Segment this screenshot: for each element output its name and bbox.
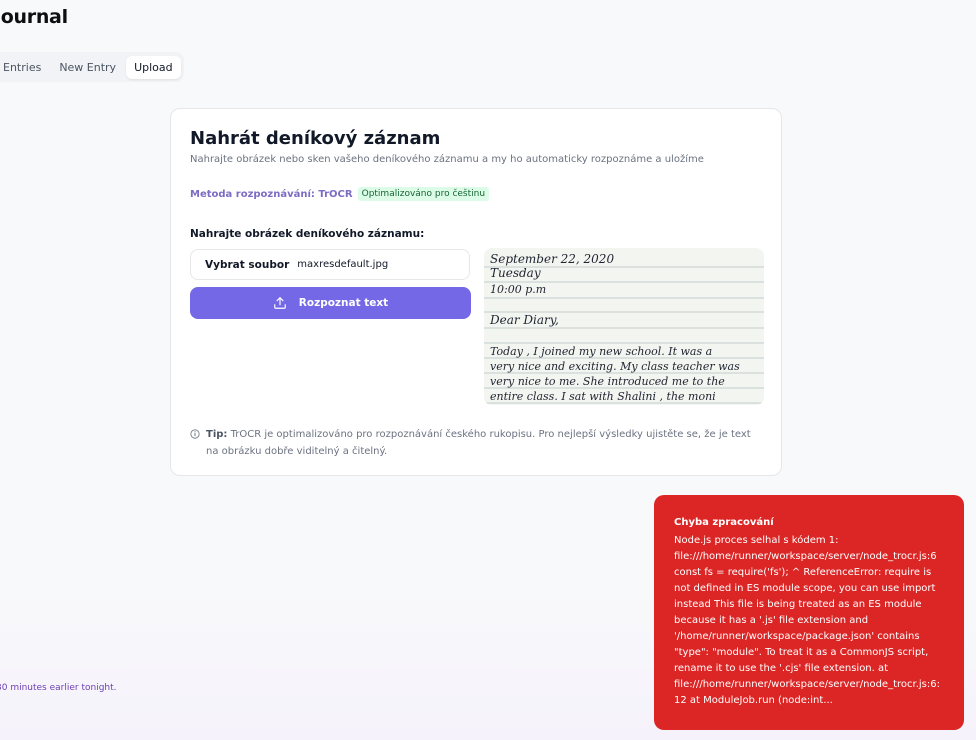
tip-note: Tip: TrOCR je optimalizováno pro rozpozn… [190,426,760,460]
image-preview: September 22, 2020 Tuesday 10:00 p.m Dea… [484,248,764,405]
tab-list: Entries New Entry Upload [0,52,184,82]
footer-note: 30 minutes earlier tonight. [0,683,117,693]
preview-line: Tuesday [490,266,541,280]
handwriting-image: September 22, 2020 Tuesday 10:00 p.m Dea… [484,248,764,405]
preview-line: September 22, 2020 [490,252,614,266]
card-subtitle: Nahrajte obrázek nebo sken vašeho deníko… [190,154,704,165]
method-label: Metoda rozpoznávání: TrOCR [190,188,353,200]
tab-new-entry[interactable]: New Entry [51,56,124,79]
preview-line: very nice and exciting. My class teacher… [490,360,740,373]
preview-line: Today , I joined my new school. It was a [490,345,712,358]
preview-line: entire class. I sat with Shalini , the m… [490,390,716,403]
preview-line: very nice to me. She introduced me to th… [490,375,725,388]
upload-card: Nahrát deníkový záznam Nahrajte obrázek … [170,108,782,476]
method-row: Metoda rozpoznávání: TrOCR Optimalizován… [190,187,490,201]
card-title: Nahrát deníkový záznam [190,128,441,149]
error-toast-title: Chyba zpracování [674,517,774,528]
selected-file-name: maxresdefault.jpg [297,259,389,270]
recognize-text-label: Rozpoznat text [298,297,389,309]
preview-line: Dear Diary, [489,313,559,327]
recognize-text-button[interactable]: Rozpoznat text [190,287,471,319]
app-title: Journal [0,6,68,28]
choose-file-button[interactable]: Vybrat soubor [205,259,289,271]
tip-label: Tip: [206,429,228,440]
tip-text: TrOCR je optimalizováno pro rozpoznávání… [206,429,751,457]
upload-icon [273,296,287,310]
error-toast-message: Node.js proces selhal s kódem 1: file://… [674,535,940,706]
page: Journal Entries New Entry Upload Nahrát … [0,0,976,740]
method-badge: Optimalizováno pro češtinu [357,187,490,201]
tab-upload[interactable]: Upload [126,55,181,79]
file-input[interactable]: Vybrat soubor maxresdefault.jpg [190,249,470,280]
tab-entries[interactable]: Entries [0,56,49,79]
preview-line: 10:00 p.m [490,283,546,296]
info-icon [190,429,200,439]
error-toast[interactable]: Chyba zpracování Node.js proces selhal s… [654,495,964,730]
upload-label: Nahrajte obrázek deníkového záznamu: [190,228,425,240]
